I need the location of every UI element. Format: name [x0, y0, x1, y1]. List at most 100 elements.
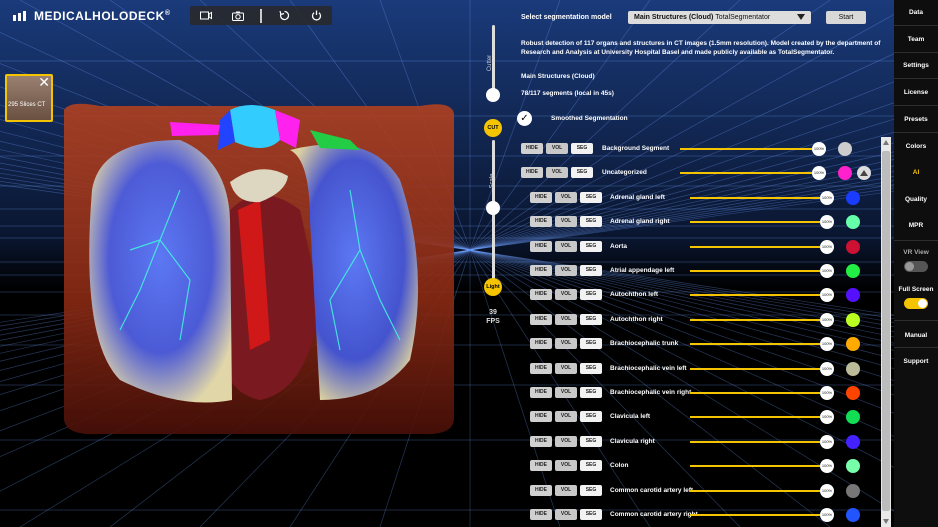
seg-button[interactable]: SEG	[580, 387, 602, 398]
opacity-slider[interactable]	[690, 440, 820, 443]
vol-button[interactable]: VOL	[555, 338, 577, 350]
vol-button[interactable]: VOL	[555, 313, 577, 325]
vol-button[interactable]: VOL	[555, 265, 577, 276]
vol-button[interactable]: VOL	[555, 289, 577, 301]
seg-button[interactable]: SEG	[580, 362, 602, 374]
hide-button[interactable]: HIDE	[530, 484, 552, 496]
opacity-knob[interactable]: 100%	[820, 434, 834, 449]
sidebar-item-manual[interactable]: Manual	[894, 332, 938, 339]
opacity-knob[interactable]: 100%	[812, 142, 826, 156]
seg-button[interactable]: SEG	[580, 216, 602, 228]
hide-button[interactable]: HIDE	[530, 387, 552, 398]
sidebar-item-license[interactable]: License	[894, 89, 938, 96]
sidebar-item-ai[interactable]: AI	[894, 169, 938, 176]
fullscreen-toggle[interactable]	[904, 298, 928, 309]
vol-button[interactable]: VOL	[555, 191, 577, 203]
cut-button[interactable]: CUT	[484, 119, 502, 137]
reset-icon[interactable]	[268, 6, 300, 25]
opacity-slider[interactable]	[690, 270, 820, 272]
hide-button[interactable]: HIDE	[530, 460, 552, 472]
seg-button[interactable]: SEG	[580, 460, 602, 472]
scrollbar-thumb[interactable]	[882, 151, 890, 511]
hide-button[interactable]: HIDE	[530, 265, 552, 276]
seg-button[interactable]: SEG	[580, 313, 602, 325]
opacity-slider[interactable]	[690, 294, 820, 297]
segment-list-scrollbar[interactable]	[881, 137, 891, 527]
seg-button[interactable]: SEG	[580, 509, 602, 520]
sidebar-item-colors[interactable]: Colors	[894, 143, 938, 150]
start-button[interactable]: Start	[826, 11, 866, 24]
opacity-slider[interactable]	[690, 245, 820, 248]
vol-button[interactable]: VOL	[546, 143, 568, 154]
opacity-knob[interactable]: 100%	[820, 337, 834, 352]
opacity-knob[interactable]: 100%	[820, 288, 834, 303]
opacity-slider[interactable]	[690, 221, 820, 224]
close-icon[interactable]: ✕	[38, 75, 50, 89]
camera-icon[interactable]	[222, 6, 254, 25]
segment-color-swatch[interactable]	[846, 410, 860, 425]
seg-button[interactable]: SEG	[580, 265, 602, 276]
opacity-knob[interactable]: 100%	[812, 166, 826, 181]
seg-button[interactable]: SEG	[580, 484, 602, 496]
opacity-slider[interactable]	[680, 172, 812, 175]
opacity-knob[interactable]: 100%	[820, 361, 834, 376]
cutter-slider-knob[interactable]	[486, 88, 500, 102]
dataset-thumbnail[interactable]: ✕ 295 Slices CT	[5, 74, 53, 122]
opacity-knob[interactable]: 100%	[820, 508, 834, 522]
segment-color-swatch[interactable]	[846, 190, 860, 205]
opacity-slider[interactable]	[690, 514, 820, 516]
video-camera-icon[interactable]	[190, 6, 222, 25]
segment-color-swatch[interactable]	[846, 337, 860, 352]
sidebar-item-mpr[interactable]: MPR	[894, 222, 938, 229]
hide-button[interactable]: HIDE	[530, 509, 552, 520]
opacity-knob[interactable]: 100%	[820, 386, 834, 400]
seg-button[interactable]: SEG	[580, 191, 602, 203]
opacity-knob[interactable]: 100%	[820, 239, 834, 254]
sidebar-item-support[interactable]: Support	[894, 358, 938, 365]
segment-color-swatch[interactable]	[846, 508, 860, 522]
segment-color-swatch[interactable]	[846, 483, 860, 498]
opacity-knob[interactable]: 100%	[820, 312, 834, 327]
model-select-dropdown[interactable]: Main Structures (Cloud) TotalSegmentator	[628, 11, 811, 24]
opacity-slider[interactable]	[690, 489, 820, 492]
segment-color-swatch[interactable]	[846, 361, 860, 376]
segment-color-swatch[interactable]	[838, 142, 852, 156]
hide-button[interactable]: HIDE	[530, 191, 552, 203]
sidebar-item-presets[interactable]: Presets	[894, 116, 938, 123]
opacity-slider[interactable]	[690, 367, 820, 370]
segment-color-swatch[interactable]	[846, 239, 860, 254]
vol-button[interactable]: VOL	[555, 362, 577, 374]
sidebar-item-data[interactable]: Data	[894, 9, 938, 16]
segment-color-swatch[interactable]	[846, 386, 860, 400]
vol-button[interactable]: VOL	[555, 460, 577, 472]
vr-view-toggle[interactable]	[904, 261, 928, 272]
segment-color-swatch[interactable]	[846, 434, 860, 449]
opacity-slider[interactable]	[690, 416, 820, 419]
vol-button[interactable]: VOL	[555, 387, 577, 398]
hide-button[interactable]: HIDE	[521, 167, 543, 179]
seg-button[interactable]: SEG	[580, 240, 602, 252]
opacity-knob[interactable]: 100%	[820, 215, 834, 230]
opacity-knob[interactable]: 100%	[820, 410, 834, 425]
vol-button[interactable]: VOL	[546, 167, 568, 179]
opacity-knob[interactable]: 100%	[820, 483, 834, 498]
sidebar-item-quality[interactable]: Quality	[894, 196, 938, 203]
segment-color-swatch[interactable]	[838, 166, 852, 181]
hide-button[interactable]: HIDE	[530, 411, 552, 423]
opacity-knob[interactable]: 100%	[820, 190, 834, 205]
hide-button[interactable]: HIDE	[530, 216, 552, 228]
vol-button[interactable]: VOL	[555, 509, 577, 520]
smoothed-segmentation-checkbox[interactable]: ✓	[517, 111, 532, 126]
seg-button[interactable]: SEG	[571, 167, 593, 179]
vol-button[interactable]: VOL	[555, 240, 577, 252]
vol-button[interactable]: VOL	[555, 411, 577, 423]
opacity-slider[interactable]	[690, 318, 820, 321]
power-icon[interactable]	[300, 6, 332, 25]
seg-button[interactable]: SEG	[571, 143, 593, 154]
hide-button[interactable]: HIDE	[530, 362, 552, 374]
hide-button[interactable]: HIDE	[530, 240, 552, 252]
vol-button[interactable]: VOL	[555, 484, 577, 496]
segment-color-swatch[interactable]	[846, 312, 860, 327]
opacity-slider[interactable]	[690, 465, 820, 468]
hide-button[interactable]: HIDE	[530, 338, 552, 350]
